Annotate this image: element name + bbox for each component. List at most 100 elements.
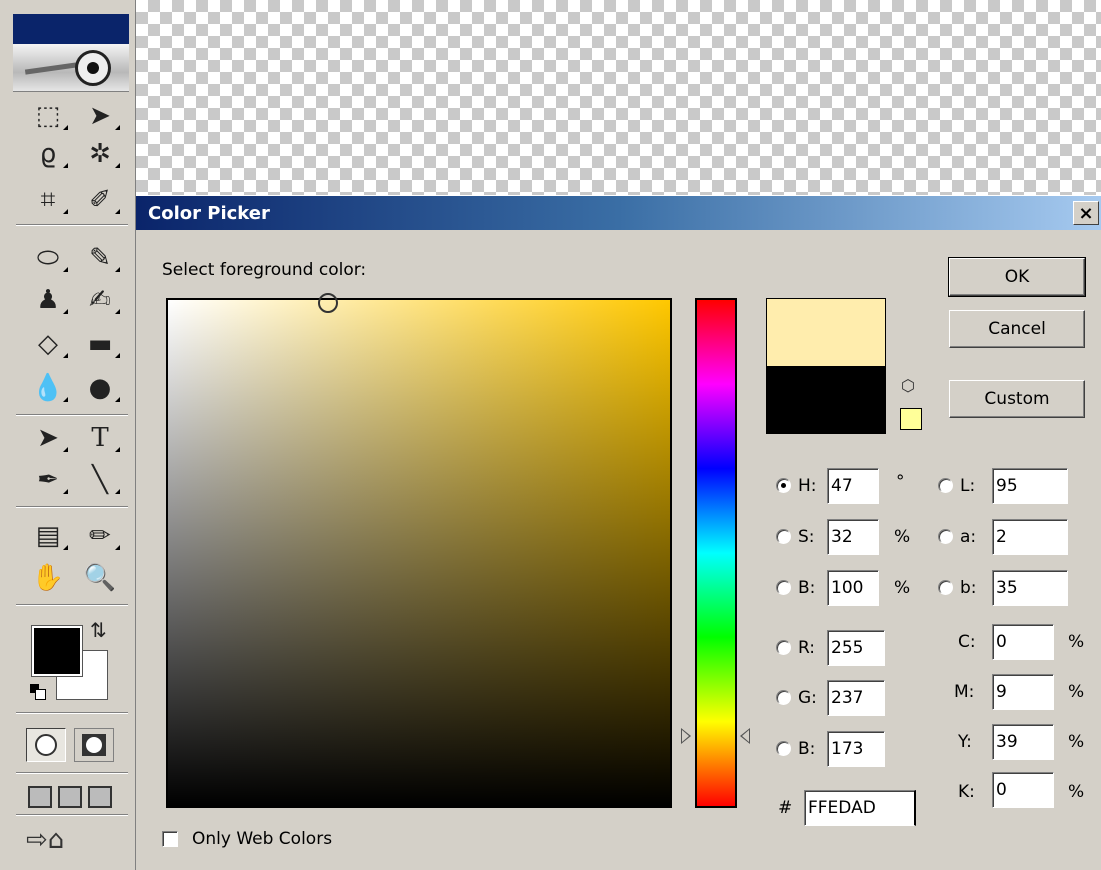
feather-icon xyxy=(24,62,78,75)
lab-a-field[interactable]: 2 xyxy=(992,519,1068,555)
saturation-radio[interactable] xyxy=(776,529,791,544)
cancel-button[interactable]: Cancel xyxy=(949,310,1085,348)
blur-icon[interactable]: 💧 xyxy=(22,370,74,406)
history-brush-icon[interactable]: ✍ xyxy=(74,282,126,318)
web-safe-color-swatch[interactable] xyxy=(900,408,922,430)
eyedropper-icon[interactable]: ✏ xyxy=(74,518,126,554)
lab-b-radio[interactable] xyxy=(938,580,953,595)
lab-b-label: b: xyxy=(960,578,977,598)
yellow-field[interactable]: 39 xyxy=(992,724,1054,760)
close-icon: × xyxy=(1078,202,1094,224)
yellow-unit: % xyxy=(1068,732,1085,752)
toolbox-divider xyxy=(16,506,128,508)
current-color-swatch[interactable] xyxy=(766,366,886,434)
transparent-canvas xyxy=(136,0,1101,195)
swap-colors-icon[interactable]: ⇅ xyxy=(90,618,107,642)
dialog-title-bar[interactable]: Color Picker × xyxy=(136,196,1101,230)
hex-label: # xyxy=(778,798,793,818)
hue-slider-right-arrow[interactable] xyxy=(740,728,750,744)
zoom-icon[interactable]: 🔍 xyxy=(74,560,126,596)
type-icon[interactable]: T xyxy=(74,420,126,456)
brightness-radio[interactable] xyxy=(776,580,791,595)
jump-to-imageready-icon[interactable]: ⇨⌂ xyxy=(26,820,106,860)
green-radio[interactable] xyxy=(776,690,791,705)
magenta-label: M: xyxy=(954,682,975,702)
crop-icon[interactable]: ⌗ xyxy=(22,182,74,218)
pen-icon[interactable]: ✒ xyxy=(22,462,74,498)
hex-field[interactable]: FFEDAD xyxy=(804,790,916,826)
standard-screen-mode-icon[interactable] xyxy=(28,786,52,808)
blue-radio[interactable] xyxy=(776,741,791,756)
new-color-swatch xyxy=(766,298,886,366)
lab-l-label: L: xyxy=(960,476,976,496)
slice-icon[interactable]: ✐ xyxy=(74,182,126,218)
eraser-icon[interactable]: ◇ xyxy=(22,326,74,362)
full-screen-mode-icon[interactable] xyxy=(88,786,112,808)
lab-a-label: a: xyxy=(960,527,977,547)
eye-icon xyxy=(75,50,111,86)
red-field[interactable]: 255 xyxy=(827,630,885,666)
black-field[interactable]: 0 xyxy=(992,772,1054,808)
lab-a-radio[interactable] xyxy=(938,529,953,544)
close-button[interactable]: × xyxy=(1073,201,1099,225)
only-web-colors-checkbox[interactable] xyxy=(162,831,178,847)
clone-stamp-icon[interactable]: ♟ xyxy=(22,282,74,318)
custom-button[interactable]: Custom xyxy=(949,380,1085,418)
magenta-unit: % xyxy=(1068,682,1085,702)
color-field[interactable] xyxy=(166,298,672,808)
toolbox-divider xyxy=(16,224,128,226)
line-icon[interactable]: ╲ xyxy=(74,462,126,498)
lab-l-field[interactable]: 95 xyxy=(992,468,1068,504)
full-screen-menu-mode-icon[interactable] xyxy=(58,786,82,808)
lasso-icon[interactable]: ϱ xyxy=(22,136,74,172)
hue-radio[interactable] xyxy=(776,478,791,493)
default-colors-icon[interactable] xyxy=(30,684,46,700)
path-selection-icon[interactable]: ➤ xyxy=(22,420,74,456)
toolbox-divider xyxy=(16,604,128,606)
toolbox-divider xyxy=(16,772,128,774)
yellow-label: Y: xyxy=(958,732,972,752)
hue-slider[interactable] xyxy=(695,298,737,808)
brightness-label: B: xyxy=(798,578,816,598)
saturation-unit: % xyxy=(894,527,911,547)
foreground-color-swatch[interactable] xyxy=(31,625,83,677)
green-label: G: xyxy=(798,688,817,708)
blue-label: B: xyxy=(798,739,816,759)
color-field-marker[interactable] xyxy=(318,293,338,313)
photoshop-eye-logo[interactable] xyxy=(13,44,129,92)
move-icon[interactable]: ➤ xyxy=(74,98,126,134)
lab-l-radio[interactable] xyxy=(938,478,953,493)
toolbox-divider xyxy=(16,814,128,816)
tools-palette: ⬚ ➤ ϱ ✲ ⌗ ✐ ⬭ ✎ ♟ ✍ ◇ ▬ 💧 ● ➤ T ✒ ╲ ▤ ✏ … xyxy=(0,0,136,870)
red-label: R: xyxy=(798,638,816,658)
dodge-icon[interactable]: ● xyxy=(74,370,126,406)
saturation-field[interactable]: 32 xyxy=(827,519,879,555)
marquee-icon[interactable]: ⬚ xyxy=(22,98,74,134)
black-label: K: xyxy=(958,782,975,802)
saturation-label: S: xyxy=(798,527,815,547)
magic-wand-icon[interactable]: ✲ xyxy=(74,136,126,172)
green-field[interactable]: 237 xyxy=(827,680,885,716)
cyan-label: C: xyxy=(958,632,976,652)
tools-palette-title-bar[interactable] xyxy=(13,14,129,44)
ok-button[interactable]: OK xyxy=(948,257,1086,297)
hue-slider-left-arrow[interactable] xyxy=(681,728,691,744)
dialog-title: Color Picker xyxy=(148,202,270,224)
web-safe-cube-icon[interactable]: ⬡ xyxy=(901,376,915,395)
blue-field[interactable]: 173 xyxy=(827,731,885,767)
magenta-field[interactable]: 9 xyxy=(992,674,1054,710)
select-foreground-prompt: Select foreground color: xyxy=(162,260,367,280)
brightness-unit: % xyxy=(894,578,911,598)
brightness-field[interactable]: 100 xyxy=(827,570,879,606)
hue-field[interactable]: 47 xyxy=(827,468,879,504)
brush-icon[interactable]: ✎ xyxy=(74,240,126,276)
lab-b-field[interactable]: 35 xyxy=(992,570,1068,606)
cyan-field[interactable]: 0 xyxy=(992,624,1054,660)
gradient-icon[interactable]: ▬ xyxy=(74,326,126,362)
standard-mode-button[interactable] xyxy=(26,728,66,762)
red-radio[interactable] xyxy=(776,640,791,655)
quick-mask-mode-button[interactable] xyxy=(74,728,114,762)
healing-brush-icon[interactable]: ⬭ xyxy=(22,240,74,276)
hand-icon[interactable]: ✋ xyxy=(22,560,74,596)
notes-icon[interactable]: ▤ xyxy=(22,518,74,554)
